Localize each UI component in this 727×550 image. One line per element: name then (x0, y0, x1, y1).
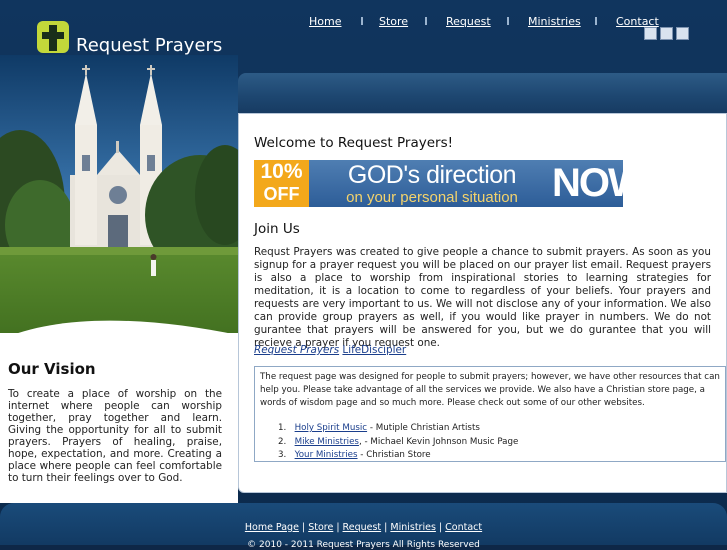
nav-separator (425, 17, 427, 25)
footer-request-link[interactable]: Request (343, 522, 382, 533)
list-number: 3. (278, 450, 287, 460)
nav-store[interactable]: Store (379, 15, 408, 28)
banner-line2: on your personal situation (346, 189, 518, 206)
nav-separator (507, 17, 509, 25)
church-photo (0, 55, 238, 355)
list-item: 3. Your Ministries - Christian Store (278, 449, 518, 463)
list-number: 2. (278, 436, 287, 447)
site-description: - Mutiple Christian Artists (367, 423, 480, 433)
welcome-title: Welcome to Request Prayers! (254, 135, 454, 151)
life-discipler-link[interactable]: LifeDiscipler (342, 344, 406, 356)
mike-ministries-link[interactable]: Mike Ministries (295, 437, 359, 447)
holy-spirit-music-link[interactable]: Holy Spirit Music (295, 423, 367, 433)
footer-separator: | (381, 522, 391, 533)
nav-ministries[interactable]: Ministries (528, 15, 581, 28)
sitemap-icon[interactable] (676, 27, 689, 40)
banner-headline: GOD's direction on your personal situati… (312, 160, 552, 207)
discount-off: OFF (263, 184, 300, 204)
sites-list: 1. Holy Spirit Music - Mutiple Christian… (278, 422, 518, 463)
mail-icon[interactable] (660, 27, 673, 40)
main-nav (238, 73, 727, 113)
footer-contact-link[interactable]: Contact (445, 522, 482, 533)
site-title[interactable]: Request Prayers (76, 36, 222, 56)
footer-links: Home Page | Store | Request | Ministries… (0, 522, 727, 533)
nav-contact[interactable]: Contact (616, 15, 659, 28)
list-item: 1. Holy Spirit Music - Mutiple Christian… (278, 422, 518, 436)
list-item: 2. Mike Ministries, - Michael Kevin John… (278, 436, 518, 450)
footer-separator: | (298, 522, 309, 533)
resources-box: The request page was designed for people… (254, 366, 726, 462)
join-text: Requst Prayers was created to give peopl… (254, 246, 711, 349)
utility-icons (644, 27, 689, 40)
list-number: 1. (278, 423, 287, 433)
discount-percent: 10% (260, 160, 303, 183)
site-description: - Christian Store (357, 450, 431, 460)
partner-links: Request Prayers LifeDiscipler (254, 344, 406, 356)
banner-now: NOW (552, 161, 623, 205)
nav-request[interactable]: Request (446, 15, 491, 28)
your-ministries-link[interactable]: Your Ministries (295, 450, 358, 460)
banner-line1: GOD's direction (347, 161, 517, 189)
promo-banner[interactable]: 10% OFF GOD's direction on your personal… (254, 160, 623, 207)
nav-separator (595, 17, 597, 25)
footer-copyright: © 2010 - 2011 Request Prayers All Rights… (247, 540, 480, 550)
footer-ministries-link[interactable]: Ministries (390, 522, 436, 533)
footer-separator: | (435, 522, 446, 533)
discount-badge: 10% OFF (254, 160, 309, 207)
nav-home[interactable]: Home (309, 15, 341, 28)
home-icon[interactable] (644, 27, 657, 40)
footer-home-link[interactable]: Home Page (245, 522, 299, 533)
footer-store-link[interactable]: Store (308, 522, 333, 533)
nav-separator (361, 17, 363, 25)
footer-separator: | (333, 522, 343, 533)
vision-text: To create a place of worship on the inte… (8, 388, 222, 484)
join-title: Join Us (254, 221, 300, 237)
vision-title: Our Vision (8, 360, 96, 378)
request-prayers-link[interactable]: Request Prayers (254, 344, 339, 356)
resources-text: The request page was designed for people… (260, 372, 720, 408)
logo-cross-icon[interactable] (37, 21, 69, 53)
site-description: , - Michael Kevin Johnson Music Page (358, 436, 519, 447)
